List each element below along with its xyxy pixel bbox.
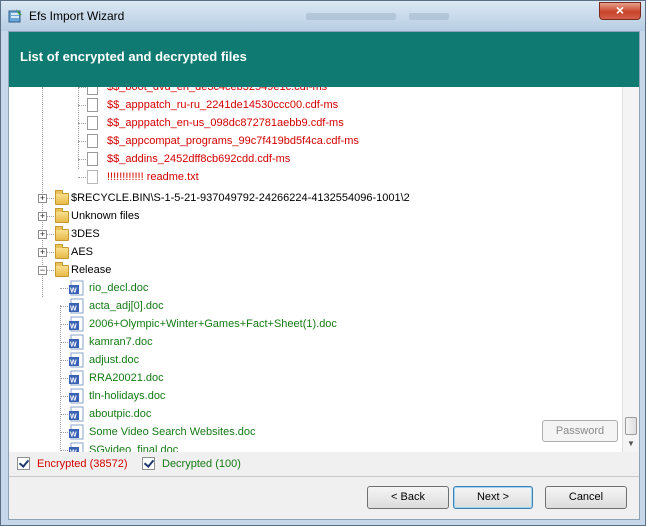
folder-icon [55, 262, 69, 277]
text-file-icon [87, 87, 98, 95]
encrypted-file-label: $$_addins_2452dff8cb692cdd.cdf-ms [107, 153, 291, 165]
svg-text:W: W [70, 306, 77, 313]
decrypted-file-label: Some Video Search Websites.doc [89, 426, 256, 438]
encrypted-file-label: $$_apppatch_ru-ru_2241de14530ccc00.cdf-m… [107, 99, 339, 111]
wizard-window: Efs Import Wizard × List of encrypted an… [0, 0, 646, 526]
password-button[interactable]: Password [542, 420, 618, 442]
svg-text:W: W [70, 396, 77, 403]
folder-icon [55, 190, 69, 205]
folder-label: 3DES [71, 228, 100, 240]
title-blur [409, 13, 449, 20]
expand-toggle[interactable]: + [38, 248, 47, 257]
decrypted-file-label: adjust.doc [89, 354, 140, 366]
decrypted-file-label: aboutpic.doc [89, 408, 152, 420]
folder-label: Unknown files [71, 210, 140, 222]
svg-text:W: W [70, 360, 77, 367]
text-file-icon [87, 170, 98, 184]
decrypted-file-label: tln-holidays.doc [89, 390, 166, 402]
word-document-icon: W [69, 352, 84, 368]
svg-text:W: W [70, 414, 77, 421]
encrypted-file-label: $$_boot_dvd_en_de3c4ceb32549e1c.cdf-ms [107, 87, 328, 93]
cancel-button[interactable]: Cancel [545, 486, 627, 509]
window-title: Efs Import Wizard [29, 9, 125, 23]
word-document-icon: W [69, 370, 84, 386]
text-file-icon [87, 134, 98, 148]
encrypted-checkbox[interactable] [17, 457, 30, 470]
folder-icon [55, 244, 69, 259]
folder-icon [55, 226, 69, 241]
decrypted-checkbox[interactable] [142, 457, 155, 470]
decrypted-file-label: 2006+Olympic+Winter+Games+Fact+Sheet(1).… [89, 318, 337, 330]
svg-text:W: W [70, 342, 77, 349]
scroll-up-arrow[interactable] [623, 87, 639, 103]
decrypted-file-label: RRA20021.doc [89, 372, 164, 384]
svg-text:W: W [70, 378, 77, 385]
text-file-icon [87, 152, 98, 166]
decrypted-file-label: rio_decl.doc [89, 282, 149, 294]
vertical-scrollbar[interactable]: ▼ [622, 87, 639, 452]
decrypted-file-label: kamran7.doc [89, 336, 153, 348]
scroll-down-arrow[interactable]: ▼ [623, 436, 639, 452]
word-document-icon: W [69, 406, 84, 422]
tree-connector [78, 87, 79, 169]
svg-text:W: W [70, 288, 77, 295]
encrypted-count-label: Encrypted (38572) [37, 458, 128, 470]
collapse-toggle[interactable]: − [38, 266, 47, 275]
scroll-thumb[interactable] [625, 417, 637, 435]
word-document-icon: W [69, 388, 84, 404]
word-document-icon: W [69, 334, 84, 350]
close-button[interactable]: × [599, 2, 641, 20]
folder-icon [55, 208, 69, 223]
decrypted-file-label: acta_adj[0].doc [89, 300, 164, 312]
page-title: List of encrypted and decrypted files [20, 49, 247, 64]
folder-label: $RECYCLE.BIN\S-1-5-21-937049792-24266224… [71, 192, 410, 204]
expand-toggle[interactable]: + [38, 194, 47, 203]
svg-text:W: W [70, 324, 77, 331]
word-document-icon: W [69, 316, 84, 332]
wizard-client-area: List of encrypted and decrypted files $$… [8, 31, 640, 520]
filter-bar: Encrypted (38572) Decrypted (100) [9, 452, 639, 477]
text-file-icon [87, 98, 98, 112]
word-document-icon: W [69, 280, 84, 296]
title-blur [306, 13, 396, 20]
title-bar[interactable]: Efs Import Wizard × [1, 1, 645, 31]
tree-connector [60, 305, 61, 452]
close-icon: × [615, 2, 625, 18]
next-button[interactable]: Next > [453, 486, 533, 509]
folder-label: Release [71, 264, 112, 276]
efs-wizard-icon [8, 9, 22, 23]
wizard-header: List of encrypted and decrypted files [9, 32, 639, 87]
file-tree[interactable]: $$_boot_dvd_en_de3c4ceb32549e1c.cdf-ms $… [9, 87, 639, 453]
svg-text:W: W [70, 432, 77, 439]
text-file-icon [87, 116, 98, 130]
folder-label: AES [71, 246, 94, 258]
encrypted-file-label: $$_appcompat_programs_99c7f419bd5f4ca.cd… [107, 135, 359, 147]
word-document-icon: W [69, 298, 84, 314]
back-button[interactable]: < Back [367, 486, 449, 509]
expand-toggle[interactable]: + [38, 230, 47, 239]
decrypted-count-label: Decrypted (100) [162, 458, 241, 470]
expand-toggle[interactable]: + [38, 212, 47, 221]
word-document-icon: W [69, 424, 84, 440]
encrypted-file-label: !!!!!!!!!!!! readme.txt [107, 171, 199, 183]
encrypted-file-label: $$_apppatch_en-us_098dc872781aebb9.cdf-m… [107, 117, 344, 129]
